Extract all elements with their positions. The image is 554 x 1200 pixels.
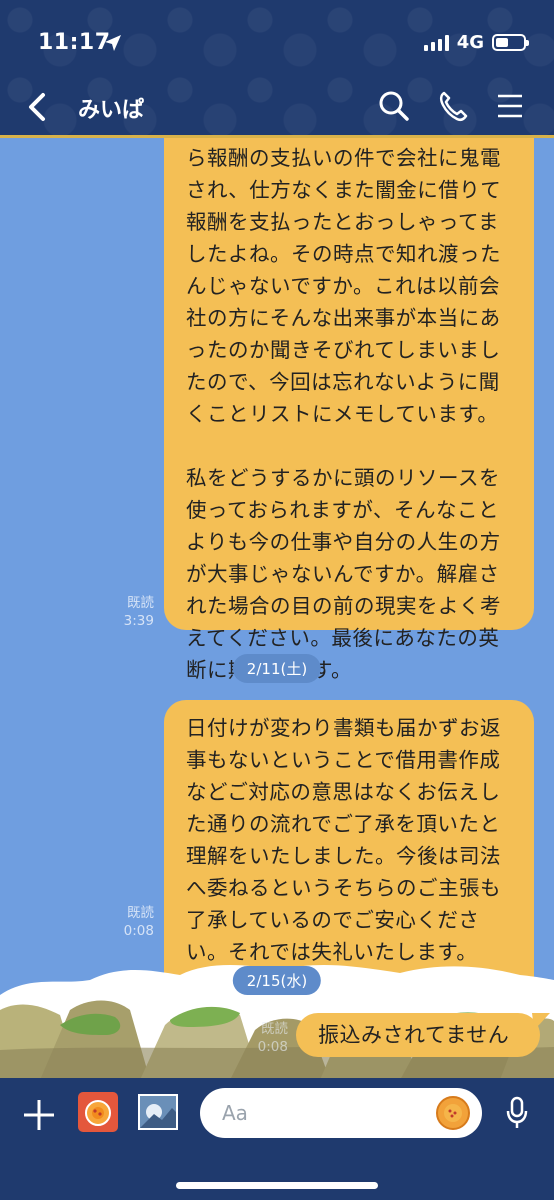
home-indicator	[176, 1182, 378, 1189]
search-icon[interactable]	[378, 90, 410, 122]
back-chevron-icon[interactable]	[26, 92, 48, 122]
signal-icon	[423, 34, 449, 51]
battery-icon	[492, 34, 529, 51]
image-icon[interactable]	[138, 1094, 178, 1130]
plus-icon[interactable]	[22, 1098, 56, 1132]
date-separator: 2/15(水)	[232, 966, 322, 995]
message-bubble[interactable]: 振込みされてません	[296, 1013, 540, 1057]
bubble-tail	[532, 1013, 550, 1029]
menu-icon[interactable]	[496, 90, 524, 122]
read-receipt: 既読 3:39	[123, 595, 154, 629]
network-label: 4G	[456, 32, 484, 53]
top-bar: 11:17 4G みいぱ	[0, 0, 554, 138]
camera-icon[interactable]	[78, 1092, 118, 1132]
chat-title: みいぱ	[78, 98, 145, 123]
phone-icon[interactable]	[438, 90, 468, 122]
input-placeholder: Aa	[222, 1101, 248, 1125]
microphone-icon[interactable]	[505, 1096, 529, 1130]
message-bubble[interactable]: ら報酬の支払いの件で会社に鬼電 され、仕方なくまた闇金に借りて 報酬を支払ったと…	[164, 138, 534, 682]
status-indicators: 4G	[423, 32, 529, 53]
date-separator: 2/11(土)	[232, 654, 322, 683]
read-receipt: 既読 0:08	[257, 1021, 288, 1055]
location-arrow-icon	[105, 35, 121, 51]
read-receipt: 既読 0:08	[123, 905, 154, 939]
status-time: 11:17	[38, 30, 111, 55]
emoji-icon[interactable]	[436, 1096, 470, 1130]
chat-area[interactable]: ら報酬の支払いの件で会社に鬼電 され、仕方なくまた闇金に借りて 報酬を支払ったと…	[0, 138, 554, 1078]
